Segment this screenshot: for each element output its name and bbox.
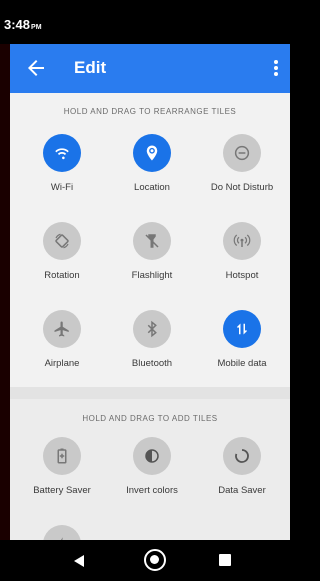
tile-wifi[interactable]: Wi-Fi <box>17 134 107 214</box>
left-edge <box>0 44 10 540</box>
tile-hotspot-button[interactable] <box>223 222 261 260</box>
tile-mobile-data[interactable]: Mobile data <box>197 310 287 390</box>
tile-bluetooth[interactable]: Bluetooth <box>107 310 197 390</box>
status-ampm: PM <box>31 24 42 31</box>
bluetooth-icon <box>147 320 157 338</box>
rotation-icon <box>55 233 69 249</box>
tile-label: Wi-Fi <box>50 182 74 193</box>
back-button[interactable] <box>24 56 48 80</box>
tile-label: Battery Saver <box>33 485 91 496</box>
tile-flashlight[interactable]: Flashlight <box>107 222 197 302</box>
tile-data-saver-button[interactable] <box>223 437 261 475</box>
data-saver-icon <box>235 449 249 463</box>
tile-label: Do Not Disturb <box>210 182 274 193</box>
tile-rotation[interactable]: Rotation <box>17 222 107 302</box>
tile-label: Hotspot <box>225 270 259 281</box>
status-time: 3:48PM <box>4 17 42 32</box>
tile-label: Data Saver <box>218 485 266 496</box>
tile-dnd-button[interactable] <box>223 134 261 172</box>
nav-recents-button[interactable] <box>219 554 231 566</box>
tile-battery-saver-button[interactable] <box>43 437 81 475</box>
nav-back-icon <box>74 555 84 567</box>
page-title: Edit <box>74 58 107 77</box>
more-vert-icon <box>274 60 278 76</box>
add-section-title: HOLD AND DRAG TO ADD TILES <box>82 414 218 423</box>
location-icon <box>146 145 158 161</box>
tile-partial-button[interactable] <box>43 525 81 540</box>
section-divider <box>10 387 290 399</box>
tile-label: Mobile data <box>217 358 267 369</box>
airplane-icon <box>54 321 69 337</box>
nav-home-button[interactable] <box>144 549 166 571</box>
mobile-data-icon <box>236 323 248 335</box>
tile-invert-colors-button[interactable] <box>133 437 171 475</box>
tile-label: Bluetooth <box>131 358 173 369</box>
status-bar: 3:48PM <box>0 0 290 44</box>
tile-label: Airplane <box>44 358 80 369</box>
tile-flashlight-button[interactable] <box>133 222 171 260</box>
status-time-value: 3:48 <box>4 17 31 32</box>
flashlight-icon <box>145 234 159 248</box>
invert-colors-icon <box>145 449 159 463</box>
tile-rotation-button[interactable] <box>43 222 81 260</box>
tile-partial[interactable] <box>17 525 107 540</box>
tile-invert-colors[interactable]: Invert colors <box>107 437 197 517</box>
tile-airplane-button[interactable] <box>43 310 81 348</box>
tile-label: Flashlight <box>131 270 173 281</box>
battery-saver-icon <box>57 448 67 464</box>
tile-bluetooth-button[interactable] <box>133 310 171 348</box>
tile-label: Location <box>134 182 170 193</box>
tile-location-button[interactable] <box>133 134 171 172</box>
arrow-back-icon <box>28 60 44 76</box>
tiles-editor: HOLD AND DRAG TO REARRANGE TILES Wi-Fi L… <box>10 93 290 540</box>
tile-location[interactable]: Location <box>107 134 197 214</box>
tile-battery-saver[interactable]: Battery Saver <box>17 437 107 517</box>
navigation-bar <box>0 540 290 581</box>
nav-back-button[interactable] <box>72 554 86 568</box>
tile-mobile-data-button[interactable] <box>223 310 261 348</box>
do-not-disturb-icon <box>234 145 250 161</box>
tile-wifi-button[interactable] <box>43 134 81 172</box>
wifi-icon <box>55 148 69 160</box>
tile-hotspot[interactable]: Hotspot <box>197 222 287 302</box>
app-bar: Edit <box>10 44 290 93</box>
tile-do-not-disturb[interactable]: Do Not Disturb <box>197 134 287 214</box>
rearrange-section-title: HOLD AND DRAG TO REARRANGE TILES <box>63 107 237 116</box>
more-options-button[interactable] <box>268 56 284 80</box>
tile-label: Rotation <box>44 270 80 281</box>
hotspot-icon <box>233 234 251 247</box>
tile-label: Invert colors <box>126 485 178 496</box>
tile-data-saver[interactable]: Data Saver <box>197 437 287 517</box>
tile-airplane[interactable]: Airplane <box>17 310 107 390</box>
